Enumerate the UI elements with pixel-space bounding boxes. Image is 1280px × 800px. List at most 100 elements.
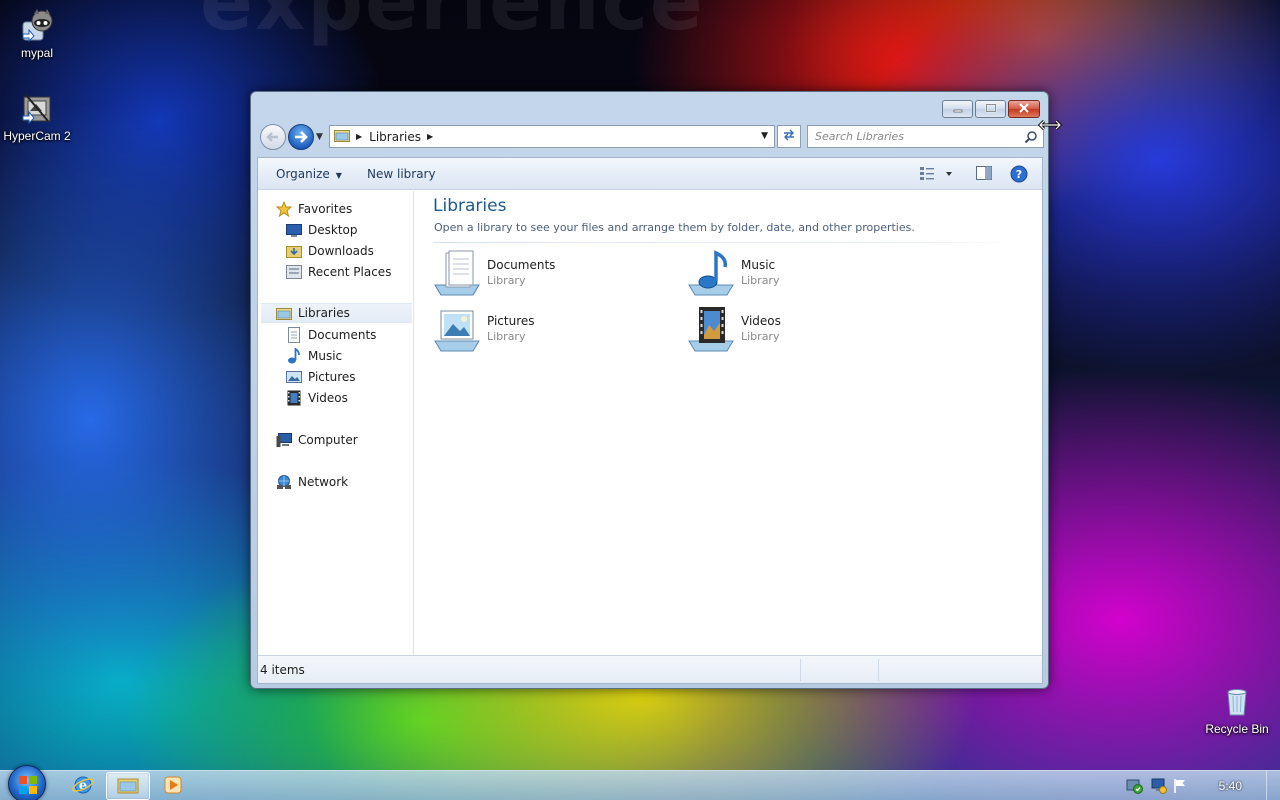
preview-pane-icon bbox=[975, 166, 993, 184]
change-view-button[interactable] bbox=[919, 165, 953, 184]
status-bar: 4 items bbox=[258, 655, 1042, 683]
nav-recent-places[interactable]: Recent Places bbox=[286, 262, 391, 282]
forward-button[interactable] bbox=[288, 124, 314, 150]
nav-label: Videos bbox=[308, 391, 348, 405]
refresh-button[interactable] bbox=[777, 125, 801, 148]
library-tile-music[interactable]: Music Library bbox=[687, 249, 917, 299]
minimize-icon bbox=[953, 102, 963, 116]
windows-logo-icon bbox=[18, 775, 38, 798]
taskbar-windows-explorer[interactable] bbox=[106, 772, 150, 800]
nav-favorites[interactable]: Favorites bbox=[276, 199, 352, 219]
nav-pictures[interactable]: Pictures bbox=[286, 367, 356, 387]
show-desktop-button[interactable] bbox=[1266, 771, 1280, 800]
library-type: Library bbox=[487, 274, 526, 287]
nav-label: Libraries bbox=[298, 306, 350, 320]
library-type: Library bbox=[741, 330, 780, 343]
libraries-folder-icon bbox=[334, 128, 350, 145]
nav-network[interactable]: Network bbox=[276, 472, 348, 492]
nav-downloads[interactable]: Downloads bbox=[286, 241, 374, 261]
explorer-client-area: Organize ▼ New library ? Favorites Deskto… bbox=[257, 157, 1043, 684]
nav-label: Network bbox=[298, 475, 349, 489]
nav-label: Documents bbox=[308, 328, 377, 342]
nav-computer[interactable]: Computer bbox=[276, 430, 358, 450]
nav-desktop[interactable]: Desktop bbox=[286, 220, 358, 240]
nav-label: Downloads bbox=[308, 244, 374, 258]
address-history-dropdown[interactable]: ▼ bbox=[761, 131, 768, 141]
videos-library-icon bbox=[687, 305, 737, 355]
music-library-icon bbox=[687, 249, 737, 299]
windows-explorer-icon bbox=[117, 776, 139, 797]
status-divider bbox=[800, 659, 801, 681]
desktop-icon-label: mypal bbox=[20, 46, 53, 60]
breadcrumb-arrow-icon[interactable]: ▶ bbox=[427, 132, 433, 141]
explorer-window[interactable]: ▼ ▶ Libraries ▶ ▼ Organize ▼ New library bbox=[250, 91, 1049, 689]
nav-label: Favorites bbox=[298, 202, 353, 216]
hypercam-icon bbox=[20, 91, 54, 125]
wallpaper-watermark: experience bbox=[200, 0, 705, 48]
search-icon[interactable] bbox=[1024, 130, 1038, 147]
nav-label: Computer bbox=[298, 433, 358, 447]
address-row: ▼ ▶ Libraries ▶ ▼ bbox=[259, 124, 1044, 150]
desktop-icon-label: Recycle Bin bbox=[1205, 722, 1269, 736]
organize-label: Organize bbox=[276, 167, 330, 181]
command-bar: Organize ▼ New library ? bbox=[258, 158, 1042, 190]
back-button[interactable] bbox=[260, 124, 286, 150]
recent-pages-dropdown[interactable]: ▼ bbox=[316, 132, 323, 142]
taskbar-media-player[interactable] bbox=[151, 772, 195, 800]
library-tile-videos[interactable]: Videos Library bbox=[687, 305, 917, 355]
preview-pane-button[interactable] bbox=[975, 165, 993, 184]
desktop-icon-mypal[interactable]: mypal bbox=[0, 8, 77, 60]
pictures-icon bbox=[286, 369, 302, 385]
documents-icon bbox=[286, 327, 302, 343]
nav-libraries[interactable]: Libraries bbox=[261, 303, 412, 323]
library-name: Videos bbox=[741, 314, 781, 328]
nav-documents[interactable]: Documents bbox=[286, 325, 376, 345]
taskbar-clock[interactable]: 5:40 bbox=[1219, 779, 1242, 793]
action-center-flag-icon[interactable] bbox=[1173, 778, 1187, 797]
new-library-button[interactable]: New library bbox=[367, 167, 436, 181]
forward-arrow-icon bbox=[289, 131, 313, 152]
search-input[interactable] bbox=[815, 126, 1020, 147]
view-details-icon bbox=[919, 167, 953, 184]
libraries-icon bbox=[276, 305, 292, 321]
address-bar[interactable]: ▶ Libraries ▶ ▼ bbox=[329, 125, 775, 148]
documents-library-icon bbox=[433, 249, 483, 299]
network-status-icon[interactable] bbox=[1150, 778, 1168, 797]
header-divider bbox=[433, 242, 1024, 243]
desktop-icon-recycle-bin[interactable]: Recycle Bin bbox=[1197, 684, 1277, 736]
desktop-icon-hypercam[interactable]: HyperCam 2 bbox=[0, 91, 77, 143]
close-icon bbox=[1018, 102, 1030, 116]
nav-label: Recent Places bbox=[308, 265, 392, 279]
nav-videos[interactable]: Videos bbox=[286, 388, 348, 408]
film-strip-icon bbox=[286, 390, 302, 406]
library-tile-pictures[interactable]: Pictures Library bbox=[433, 305, 663, 355]
mypal-raccoon-icon bbox=[20, 8, 54, 43]
close-button[interactable] bbox=[1008, 100, 1040, 118]
organize-menu-button[interactable]: Organize ▼ bbox=[276, 167, 342, 181]
security-center-icon[interactable] bbox=[1126, 778, 1144, 797]
taskbar-internet-explorer[interactable]: e bbox=[61, 772, 105, 800]
recent-places-icon bbox=[286, 264, 302, 280]
window-controls bbox=[942, 100, 1040, 118]
internet-explorer-icon: e bbox=[72, 774, 94, 799]
page-description: Open a library to see your files and arr… bbox=[434, 221, 915, 234]
search-box[interactable] bbox=[807, 125, 1044, 148]
nav-music[interactable]: Music bbox=[286, 346, 342, 366]
maximize-button[interactable] bbox=[975, 100, 1006, 118]
media-player-icon bbox=[163, 775, 183, 798]
breadcrumb-arrow-icon[interactable]: ▶ bbox=[356, 132, 362, 141]
chevron-down-icon: ▼ bbox=[335, 171, 342, 180]
page-title: Libraries bbox=[433, 196, 507, 216]
item-count: 4 items bbox=[260, 663, 305, 677]
help-button[interactable]: ? bbox=[1010, 165, 1028, 186]
resize-cursor-icon bbox=[1037, 118, 1063, 135]
library-type: Library bbox=[487, 330, 526, 343]
star-icon bbox=[276, 201, 292, 217]
taskbar: e 5:40 bbox=[0, 765, 1280, 800]
start-button[interactable] bbox=[8, 765, 46, 800]
breadcrumb-libraries[interactable]: Libraries bbox=[369, 130, 421, 144]
nav-label: Pictures bbox=[308, 370, 356, 384]
library-tile-documents[interactable]: Documents Library bbox=[433, 249, 663, 299]
restore-icon bbox=[985, 102, 997, 116]
minimize-button[interactable] bbox=[942, 100, 973, 118]
